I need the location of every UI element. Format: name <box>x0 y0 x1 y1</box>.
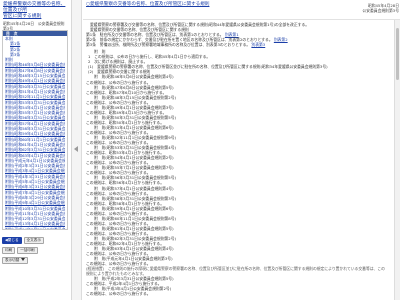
toc-link[interactable]: 附則(平成6年3月31日公安委員会規則第6号) <box>5 184 65 189</box>
collapse-arrow-icon[interactable] <box>74 146 78 152</box>
amendment-text: この規則は、公布の日から施行する。 <box>86 291 151 297</box>
show-all-button[interactable]: 全文表示 <box>23 237 44 244</box>
toc-link[interactable]: 附則(平成3年4月1日公安委員会規則第2号) <box>5 168 65 173</box>
print-button[interactable]: 印刷 <box>2 247 16 254</box>
toc-link[interactable]: 附則(昭和49年4月1日公安委員会規則第3号) <box>5 78 65 83</box>
sidebar-title-line1[interactable]: 愛媛県警察の交番等の名称、位置及び所 <box>3 2 68 14</box>
article-3: 第3条 警備派出所、検問所及び警察署地域事務所の名称及び位置は、別表第3のとおり… <box>86 42 388 47</box>
sidebar-title[interactable]: 愛媛県警察の交番等の名称、位置及び所 管区に関する規則 <box>0 0 71 20</box>
toc-link[interactable]: 附則(平成9年4月1日公安委員会規則第3号) <box>5 200 65 205</box>
table-3-link[interactable]: 別表第3 <box>251 42 265 47</box>
pane-splitter[interactable] <box>72 0 82 300</box>
toc-list: 本則第1条第2条第3条附則附則(昭和46年5月6日公安委員会規則第4号)附則(昭… <box>3 36 67 229</box>
toc-link[interactable]: 附則(昭和62年3月31日公安委員会規則第2号) <box>5 147 65 152</box>
toc-link[interactable]: 附則(平成14年3月29日公安委員会規則第5号) <box>5 227 65 229</box>
document-pane: ○愛媛県警察の交番等の名称、位置及び所管区に関する規則 昭和45年4月28日 公… <box>83 0 400 300</box>
view-select[interactable]: 表示切替 <box>2 257 28 264</box>
amendment-list: 附 則(昭和46年5月6日公安委員会規則第4号) この規則は、公布の日から施行する… <box>86 74 388 266</box>
document-header: ○愛媛県警察の交番等の名称、位置及び所管区に関する規則 昭和45年4月28日 公… <box>83 0 400 20</box>
sidebar: 愛媛県警察の交番等の名称、位置及び所 管区に関する規則 昭和45年4月28日 公… <box>0 0 72 300</box>
toc-link[interactable]: 附則(昭和46年5月6日公安委員会規則第4号) <box>5 62 65 67</box>
transition-note: (経過措置) この規則の施行の際現に愛媛県警察の警察署の名称、位置及び所管区並び… <box>86 266 385 277</box>
document-number: 昭和45年4月28日 公安委員会規則第3号 <box>309 3 399 13</box>
toc-link[interactable]: 附則(昭和59年4月1日公安委員会規則第6号) <box>5 131 65 136</box>
table-of-contents: 目 次 本則第1条第2条第3条附則附則(昭和46年5月6日公安委員会規則第4号)… <box>2 30 68 230</box>
document-title[interactable]: ○愛媛県警察の交番等の名称、位置及び所管区に関する規則 <box>86 2 209 8</box>
sidebar-tools: ◀閉じる 全文表示 印刷 一括印刷 表示切替 <box>2 234 68 264</box>
toc-link[interactable]: 附則(昭和56年3月31日公安委員会規則第5号) <box>5 115 65 120</box>
toc-link[interactable]: 附則(昭和52年11月1日公安委員会規則第9号) <box>5 94 65 99</box>
scrollbar-thumb[interactable] <box>396 28 399 80</box>
document-scrollbar[interactable] <box>394 20 400 300</box>
chevron-down-icon <box>20 258 25 261</box>
article-3-text: 第3条 警備派出所、検問所及び警察署地域事務所の名称及び位置は、別表第3のとおり… <box>86 42 251 48</box>
close-toc-button[interactable]: ◀閉じる <box>2 237 22 244</box>
document-body: 愛媛県警察の警察署及び交番等の名称、位置及び所管区に関する規則(昭和44年愛媛県… <box>86 22 388 298</box>
document-rule-number: 公安委員会規則第3号 <box>362 8 399 13</box>
table-2-link[interactable]: 別表第2 <box>274 37 288 42</box>
toc-link[interactable]: 附則(平成13年4月1日公安委員会規則第3号) <box>5 221 65 226</box>
print-all-button[interactable]: 一括印刷 <box>17 247 38 254</box>
view-select-value: 表示切替 <box>5 258 20 262</box>
